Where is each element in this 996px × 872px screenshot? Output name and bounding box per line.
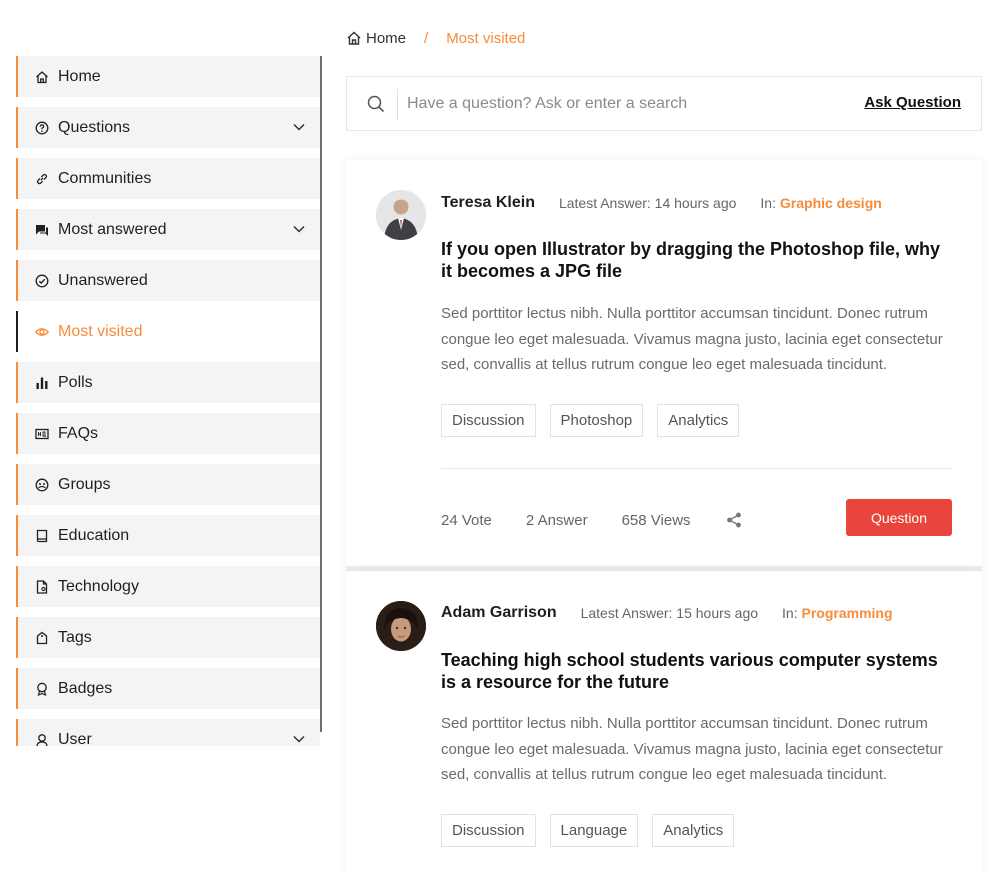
question-card: Adam Garrison Latest Answer: 15 hours ag…	[346, 571, 982, 872]
divider	[441, 468, 952, 469]
sidebar-item-questions[interactable]: Questions	[16, 107, 320, 148]
sidebar-item-label: User	[58, 730, 92, 747]
sidebar-item-communities[interactable]: Communities	[16, 158, 320, 199]
tag-list: Discussion Language Analytics	[441, 814, 735, 847]
question-card: Teresa Klein Latest Answer: 14 hours ago…	[346, 160, 982, 566]
search-bar: Ask Question	[346, 76, 982, 131]
search-input[interactable]	[407, 91, 847, 117]
avatar[interactable]	[376, 190, 426, 240]
question-title[interactable]: If you open Illustrator by dragging the …	[441, 238, 951, 282]
search-icon[interactable]	[367, 95, 385, 113]
breadcrumb-home-link[interactable]: Home	[366, 30, 406, 47]
sidebar-nav: Home Questions Communities Most answered…	[16, 56, 322, 746]
vote-count: 24 Vote	[441, 511, 492, 529]
link-icon	[34, 171, 49, 186]
answer-count: 2 Answer	[525, 511, 588, 529]
sidebar-item-groups[interactable]: Groups	[16, 464, 320, 505]
sidebar-item-education[interactable]: Education	[16, 515, 320, 556]
tag-analytics[interactable]: Analytics	[652, 814, 735, 847]
question-icon	[34, 120, 49, 135]
sidebar-item-label: Unanswered	[58, 271, 148, 289]
breadcrumb: Home / Most visited	[346, 28, 525, 48]
chevron-down-icon[interactable]	[292, 222, 306, 236]
question-stats: 24 Vote 2 Answer 658 Views	[441, 511, 743, 529]
tag-discussion[interactable]: Discussion	[441, 814, 536, 847]
question-title[interactable]: Teaching high school students various co…	[441, 649, 951, 693]
question-meta: Teresa Klein Latest Answer: 14 hours ago…	[441, 193, 882, 213]
tag-discussion[interactable]: Discussion	[441, 404, 536, 437]
faq-icon	[34, 426, 49, 441]
sidebar-item-unanswered[interactable]: Unanswered	[16, 260, 320, 301]
category-link[interactable]: Graphic design	[780, 195, 882, 211]
breadcrumb-separator: /	[424, 29, 429, 47]
author-name[interactable]: Teresa Klein	[441, 194, 535, 212]
question-excerpt: Sed porttitor lectus nibh. Nulla porttit…	[441, 305, 943, 373]
sidebar-item-polls[interactable]: Polls	[16, 362, 320, 403]
sidebar-item-label: Questions	[58, 118, 131, 136]
sidebar-item-label: Badges	[58, 679, 113, 697]
sidebar-item-label: Groups	[58, 475, 111, 493]
groups-icon	[34, 477, 49, 492]
sidebar-item-faqs[interactable]: FAQs	[16, 413, 320, 454]
tag-language[interactable]: Language	[549, 814, 639, 847]
sidebar-item-tags[interactable]: Tags	[16, 617, 320, 658]
sidebar-item-label: Communities	[58, 169, 152, 187]
tag-list: Discussion Photoshop Analytics	[441, 404, 740, 437]
tag-icon	[34, 630, 49, 645]
question-meta: Adam Garrison Latest Answer: 15 hours ag…	[441, 603, 893, 623]
breadcrumb-current: Most visited	[446, 29, 526, 47]
badge-icon	[34, 681, 49, 696]
document-icon	[34, 579, 49, 594]
view-count: 658 Views	[621, 511, 691, 529]
sidebar-item-label: Education	[58, 526, 130, 544]
author-name[interactable]: Adam Garrison	[441, 604, 557, 622]
avatar[interactable]	[376, 601, 426, 651]
sidebar-scrollbar[interactable]	[320, 56, 322, 732]
in-label: In:	[760, 195, 776, 211]
in-label: In:	[782, 605, 798, 621]
tag-analytics[interactable]: Analytics	[657, 404, 740, 437]
ask-question-link[interactable]: Ask Question	[864, 94, 961, 111]
latest-answer: Latest Answer: 14 hours ago	[558, 195, 737, 211]
search-divider	[397, 89, 398, 120]
sidebar-item-label: Technology	[58, 577, 139, 595]
user-icon	[34, 732, 49, 746]
question-excerpt: Sed porttitor lectus nibh. Nulla porttit…	[441, 715, 943, 783]
chat-icon	[34, 222, 49, 237]
tag-photoshop[interactable]: Photoshop	[549, 404, 644, 437]
latest-answer: Latest Answer: 15 hours ago	[580, 605, 759, 621]
sidebar-item-user[interactable]: User	[16, 719, 320, 746]
sidebar-item-label: Polls	[58, 373, 93, 391]
eye-icon	[34, 324, 49, 339]
category-link[interactable]: Programming	[802, 605, 893, 621]
bar-chart-icon	[34, 375, 49, 390]
check-circle-icon	[34, 273, 49, 288]
sidebar-item-label: Most visited	[58, 322, 143, 340]
sidebar-item-technology[interactable]: Technology	[16, 566, 320, 607]
sidebar-item-label: Tags	[58, 628, 92, 646]
sidebar-item-most-answered[interactable]: Most answered	[16, 209, 320, 250]
sidebar-item-badges[interactable]: Badges	[16, 668, 320, 709]
home-icon[interactable]	[346, 30, 362, 46]
home-icon	[34, 69, 49, 84]
book-icon	[34, 528, 49, 543]
chevron-down-icon[interactable]	[292, 732, 306, 746]
sidebar-item-label: FAQs	[58, 424, 99, 442]
sidebar-item-most-visited[interactable]: Most visited	[16, 311, 320, 352]
share-icon[interactable]	[725, 511, 743, 529]
sidebar-item-label: Most answered	[58, 220, 167, 238]
chevron-down-icon[interactable]	[292, 120, 306, 134]
sidebar-item-home[interactable]: Home	[16, 56, 320, 97]
question-button[interactable]: Question	[846, 499, 952, 536]
sidebar-item-label: Home	[58, 67, 101, 85]
